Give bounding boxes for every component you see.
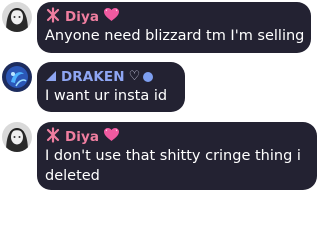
chat-log: Diya Anyone need blizzard tm I'm selling [0, 0, 320, 247]
blue-dot-icon [143, 71, 154, 82]
message-header: DRAKEN ♡ [45, 67, 174, 86]
chat-message: Diya Anyone need blizzard tm I'm selling [0, 2, 311, 53]
message-text: I don't use that shitty cringe thing i d… [45, 148, 301, 184]
message-text: Anyone need blizzard tm I'm selling [45, 28, 305, 44]
sparkle-icon [45, 6, 61, 27]
author-name[interactable]: Diya [65, 129, 99, 145]
sparkle-icon [45, 126, 61, 147]
heart-icon [103, 127, 120, 146]
heart-icon [103, 7, 120, 26]
author-name[interactable]: DRAKEN [61, 69, 125, 85]
author-name[interactable]: Diya [65, 9, 99, 25]
message-header: Diya [45, 6, 300, 27]
avatar[interactable] [2, 2, 32, 32]
chat-message: DRAKEN ♡ I want ur insta id [0, 62, 185, 112]
triangle-flag-icon [45, 67, 57, 86]
heart-outline-icon: ♡ [128, 69, 141, 84]
chat-message: Diya I don't use that shitty cringe thin… [0, 122, 317, 190]
message-text: I want ur insta id [45, 88, 168, 104]
message-bubble: Diya Anyone need blizzard tm I'm selling [37, 2, 311, 53]
message-bubble: DRAKEN ♡ I want ur insta id [37, 62, 185, 112]
avatar[interactable] [2, 122, 32, 152]
avatar[interactable] [2, 62, 32, 92]
message-header: Diya [45, 126, 306, 147]
message-bubble: Diya I don't use that shitty cringe thin… [37, 122, 317, 190]
